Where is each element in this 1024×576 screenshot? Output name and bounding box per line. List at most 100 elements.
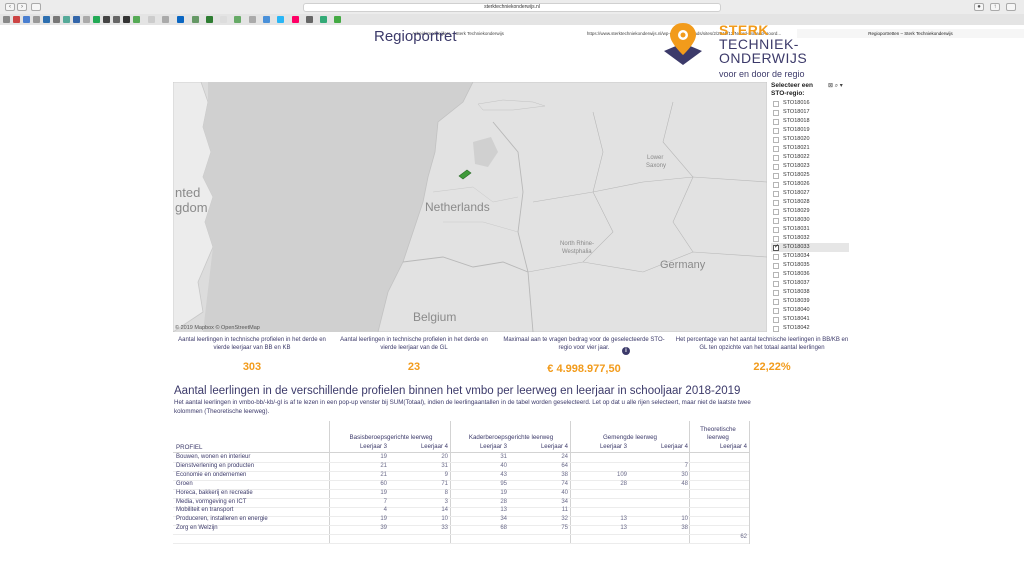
checkbox-icon[interactable]: [773, 119, 779, 125]
filter-item-sto18022[interactable]: STO18022: [771, 153, 849, 162]
table-cell[interactable]: 31: [477, 454, 507, 460]
checkbox-icon[interactable]: [773, 182, 779, 188]
checkbox-icon[interactable]: [773, 227, 779, 233]
table-cell[interactable]: 14: [418, 507, 448, 513]
bookmark-icon[interactable]: [206, 16, 213, 23]
bookmark-icon[interactable]: [334, 16, 341, 23]
table-cell[interactable]: 7: [357, 499, 387, 505]
checkbox-icon[interactable]: [773, 191, 779, 197]
table-cell[interactable]: 19: [357, 516, 387, 522]
bookmark-icon[interactable]: [249, 16, 256, 23]
map-attribution[interactable]: © 2019 Mapbox © OpenStreetMap: [175, 325, 260, 331]
table-cell[interactable]: 28: [597, 481, 627, 487]
back-icon[interactable]: ‹: [5, 3, 15, 11]
table-cell[interactable]: 68: [477, 525, 507, 531]
bookmark-icon[interactable]: [53, 16, 60, 23]
filter-item-sto18019[interactable]: STO18019: [771, 126, 849, 135]
filter-item-sto18028[interactable]: STO18028: [771, 198, 849, 207]
checkbox-icon[interactable]: [773, 164, 779, 170]
filter-item-sto18023[interactable]: STO18023: [771, 162, 849, 171]
filter-item-sto18033[interactable]: STO18033: [771, 243, 849, 252]
row-label[interactable]: Dienstverlening en producten: [176, 463, 254, 469]
checkbox-icon[interactable]: [773, 263, 779, 269]
checkbox-icon[interactable]: [773, 209, 779, 215]
table-cell[interactable]: 39: [357, 525, 387, 531]
table-cell[interactable]: 95: [477, 481, 507, 487]
table-cell[interactable]: 75: [538, 525, 568, 531]
tab-regioportretten[interactable]: Regioportretten – Sterk Techniekonderwij…: [797, 29, 1024, 38]
clear-filter-icon[interactable]: ⊠: [828, 83, 833, 89]
table-cell[interactable]: 19: [477, 490, 507, 496]
table-cell[interactable]: 62: [717, 534, 747, 540]
row-label[interactable]: Groen: [176, 481, 193, 487]
bookmark-icon[interactable]: [220, 16, 227, 23]
bookmark-icon[interactable]: [103, 16, 110, 23]
forward-icon[interactable]: ›: [17, 3, 27, 11]
table-cell[interactable]: 24: [538, 454, 568, 460]
filter-item-sto18042[interactable]: STO18042: [771, 324, 849, 333]
checkbox-icon[interactable]: [773, 146, 779, 152]
checkbox-icon[interactable]: [773, 200, 779, 206]
table-cell[interactable]: 71: [418, 481, 448, 487]
table-cell[interactable]: 19: [357, 454, 387, 460]
extension-icon[interactable]: ●: [974, 3, 984, 11]
bookmark-icon[interactable]: [192, 16, 199, 23]
table-cell[interactable]: 7: [658, 463, 688, 469]
checkbox-icon[interactable]: [773, 236, 779, 242]
checkbox-icon[interactable]: [773, 110, 779, 116]
table-cell[interactable]: 32: [538, 516, 568, 522]
bookmark-icon[interactable]: [73, 16, 80, 23]
filter-item-sto18029[interactable]: STO18029: [771, 207, 849, 216]
bookmark-icon[interactable]: [148, 16, 155, 23]
checkbox-icon[interactable]: [773, 281, 779, 287]
bookmark-icon[interactable]: [113, 16, 120, 23]
table-cell[interactable]: 60: [357, 481, 387, 487]
row-label[interactable]: Zorg en Welzijn: [176, 525, 218, 531]
checkbox-icon[interactable]: [773, 173, 779, 179]
table-cell[interactable]: 48: [658, 481, 688, 487]
table-cell[interactable]: 13: [597, 516, 627, 522]
row-label[interactable]: Mobiliteit en transport: [176, 507, 233, 513]
sidebar-icon[interactable]: [31, 3, 41, 11]
bookmark-icon[interactable]: [63, 16, 70, 23]
table-cell[interactable]: 19: [357, 490, 387, 496]
row-label[interactable]: Bouwen, wonen en interieur: [176, 454, 250, 460]
filter-item-sto18031[interactable]: STO18031: [771, 225, 849, 234]
table-cell[interactable]: 34: [538, 499, 568, 505]
filter-item-sto18041[interactable]: STO18041: [771, 315, 849, 324]
checkbox-icon[interactable]: [773, 254, 779, 260]
checkbox-icon[interactable]: [773, 128, 779, 134]
table-cell[interactable]: 28: [477, 499, 507, 505]
checkbox-icon[interactable]: [773, 299, 779, 305]
bookmark-icon[interactable]: [93, 16, 100, 23]
filter-item-sto18021[interactable]: STO18021: [771, 144, 849, 153]
bookmark-icon[interactable]: [292, 16, 299, 23]
bookmark-icon[interactable]: [13, 16, 20, 23]
table-cell[interactable]: 4: [357, 507, 387, 513]
table-cell[interactable]: 13: [597, 525, 627, 531]
url-bar[interactable]: sterktechniekonderwijs.nl: [303, 3, 721, 12]
row-label[interactable]: Horeca, bakkerij en recreatie: [176, 490, 253, 496]
filter-item-sto18040[interactable]: STO18040: [771, 306, 849, 315]
row-label[interactable]: Produceren, installeren en energie: [176, 516, 268, 522]
bookmark-icon[interactable]: [133, 16, 140, 23]
bookmark-icon[interactable]: [177, 16, 184, 23]
bookmark-icon[interactable]: [123, 16, 130, 23]
filter-item-sto18037[interactable]: STO18037: [771, 279, 849, 288]
checkbox-icon[interactable]: [773, 272, 779, 278]
checkbox-icon[interactable]: [773, 243, 779, 252]
share-icon[interactable]: ↑: [990, 3, 1000, 11]
table-cell[interactable]: 109: [597, 472, 627, 478]
filter-item-sto18034[interactable]: STO18034: [771, 252, 849, 261]
table-cell[interactable]: 40: [477, 463, 507, 469]
region-map[interactable]: nted gdom Netherlands Belgium Germany No…: [173, 82, 767, 332]
bookmark-icon[interactable]: [277, 16, 284, 23]
table-cell[interactable]: 9: [418, 472, 448, 478]
checkbox-icon[interactable]: [773, 101, 779, 107]
checkbox-icon[interactable]: [773, 137, 779, 143]
bookmark-icon[interactable]: [43, 16, 50, 23]
checkbox-icon[interactable]: [773, 290, 779, 296]
filter-item-sto18020[interactable]: STO18020: [771, 135, 849, 144]
table-cell[interactable]: 10: [418, 516, 448, 522]
filter-item-sto18027[interactable]: STO18027: [771, 189, 849, 198]
